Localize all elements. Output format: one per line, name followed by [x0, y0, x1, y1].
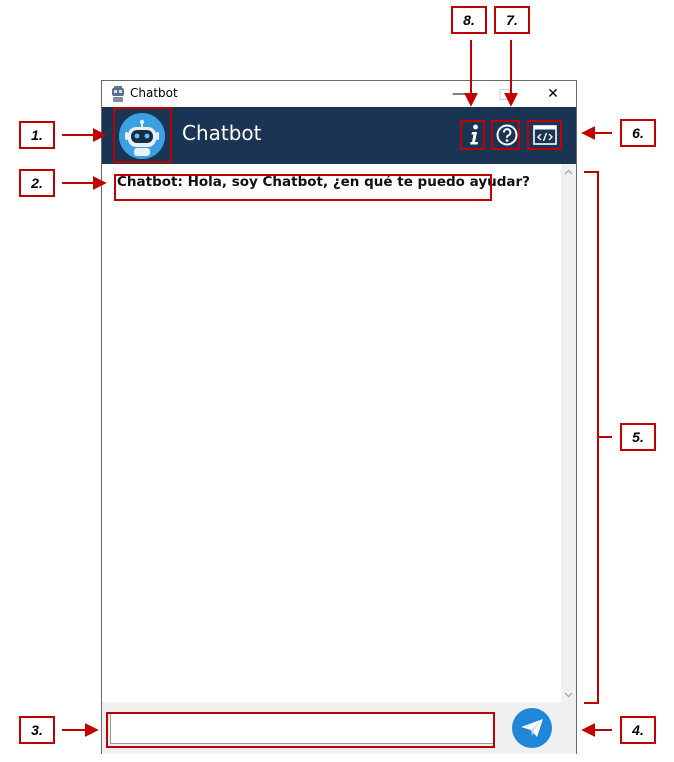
bracket-5 — [584, 171, 599, 704]
annotation-arrows — [62, 40, 612, 737]
